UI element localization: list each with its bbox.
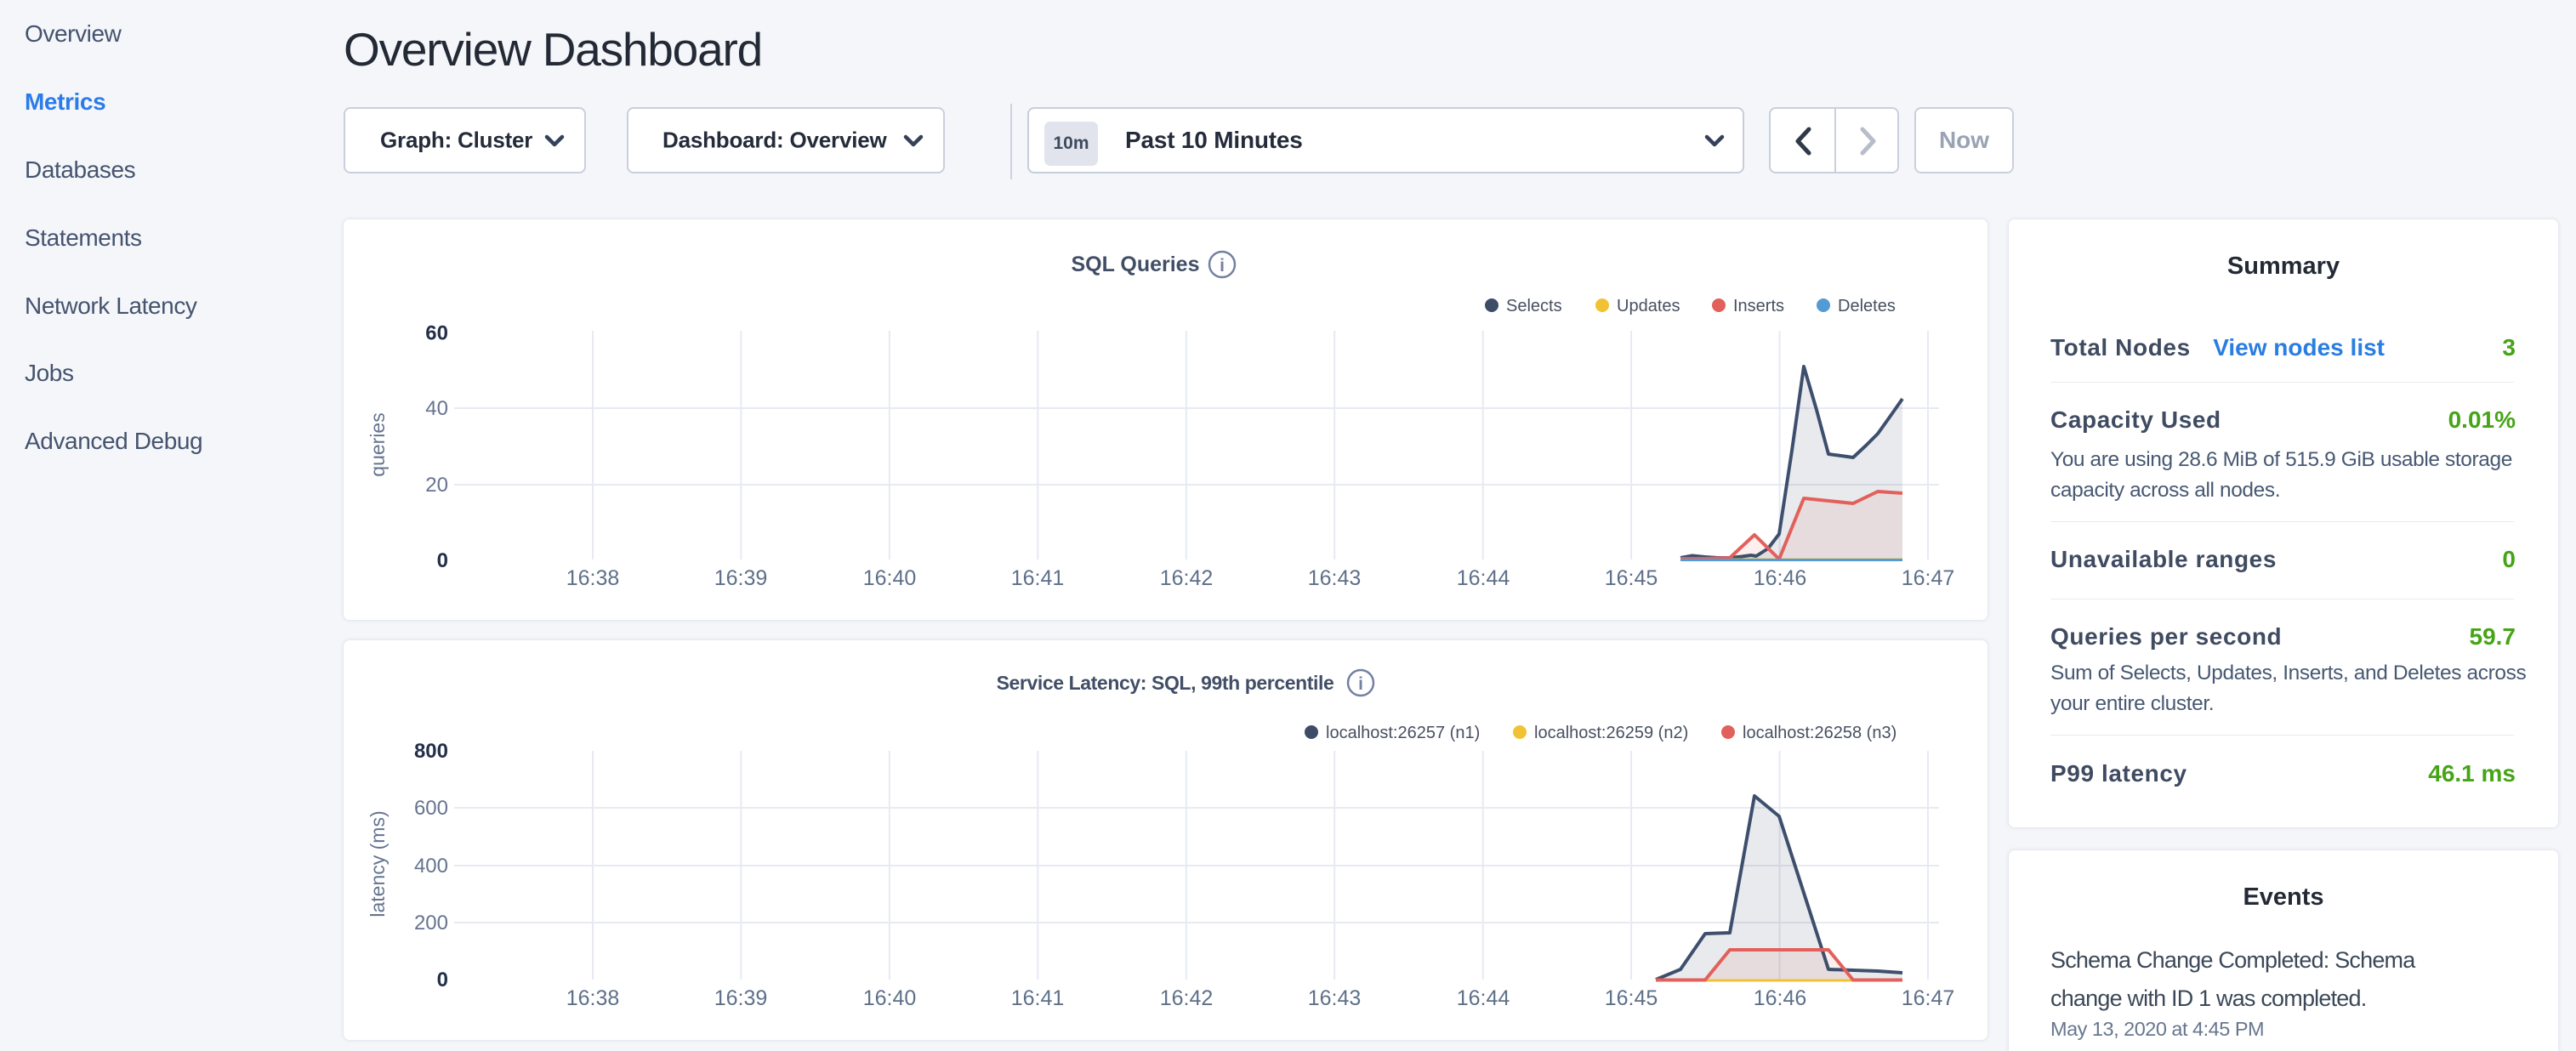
svg-text:16:42: 16:42	[1160, 986, 1214, 1010]
svg-text:i: i	[1358, 674, 1363, 694]
svg-text:20: 20	[425, 474, 448, 497]
svg-text:800: 800	[414, 740, 448, 763]
svg-text:16:46: 16:46	[1754, 566, 1807, 590]
svg-text:0: 0	[437, 969, 448, 991]
svg-text:16:44: 16:44	[1457, 986, 1510, 1010]
svg-text:16:45: 16:45	[1605, 986, 1658, 1010]
svg-text:0: 0	[437, 549, 448, 572]
svg-text:localhost:26257 (n1): localhost:26257 (n1)	[1326, 724, 1480, 742]
svg-text:60: 60	[425, 322, 448, 345]
svg-text:Inserts: Inserts	[1733, 297, 1784, 315]
svg-text:16:41: 16:41	[1011, 986, 1065, 1010]
svg-text:16:41: 16:41	[1011, 566, 1065, 590]
svg-text:200: 200	[414, 912, 448, 935]
svg-text:Deletes: Deletes	[1838, 297, 1896, 315]
svg-text:16:40: 16:40	[863, 566, 917, 590]
svg-text:40: 40	[425, 397, 448, 420]
svg-text:16:40: 16:40	[863, 986, 917, 1010]
svg-text:16:46: 16:46	[1754, 986, 1807, 1010]
svg-text:400: 400	[414, 855, 448, 878]
svg-text:16:39: 16:39	[714, 566, 768, 590]
svg-text:16:43: 16:43	[1308, 986, 1362, 1010]
svg-text:16:38: 16:38	[566, 986, 620, 1010]
svg-text:Service Latency: SQL, 99th per: Service Latency: SQL, 99th percentile	[997, 672, 1334, 694]
svg-text:16:45: 16:45	[1605, 566, 1658, 590]
svg-text:localhost:26258 (n3): localhost:26258 (n3)	[1743, 724, 1896, 742]
svg-text:16:43: 16:43	[1308, 566, 1362, 590]
svg-text:i: i	[1220, 256, 1225, 276]
svg-text:queries: queries	[367, 412, 389, 476]
svg-text:16:47: 16:47	[1902, 566, 1955, 590]
svg-text:latency (ms): latency (ms)	[367, 810, 389, 917]
svg-text:16:38: 16:38	[566, 566, 620, 590]
svg-text:localhost:26259 (n2): localhost:26259 (n2)	[1534, 724, 1688, 742]
svg-text:SQL Queries: SQL Queries	[1072, 253, 1200, 276]
svg-text:Selects: Selects	[1506, 297, 1562, 315]
svg-text:600: 600	[414, 797, 448, 820]
svg-text:16:47: 16:47	[1902, 986, 1955, 1010]
svg-text:Updates: Updates	[1617, 297, 1680, 315]
svg-text:16:39: 16:39	[714, 986, 768, 1010]
svg-text:16:44: 16:44	[1457, 566, 1510, 590]
svg-text:16:42: 16:42	[1160, 566, 1214, 590]
